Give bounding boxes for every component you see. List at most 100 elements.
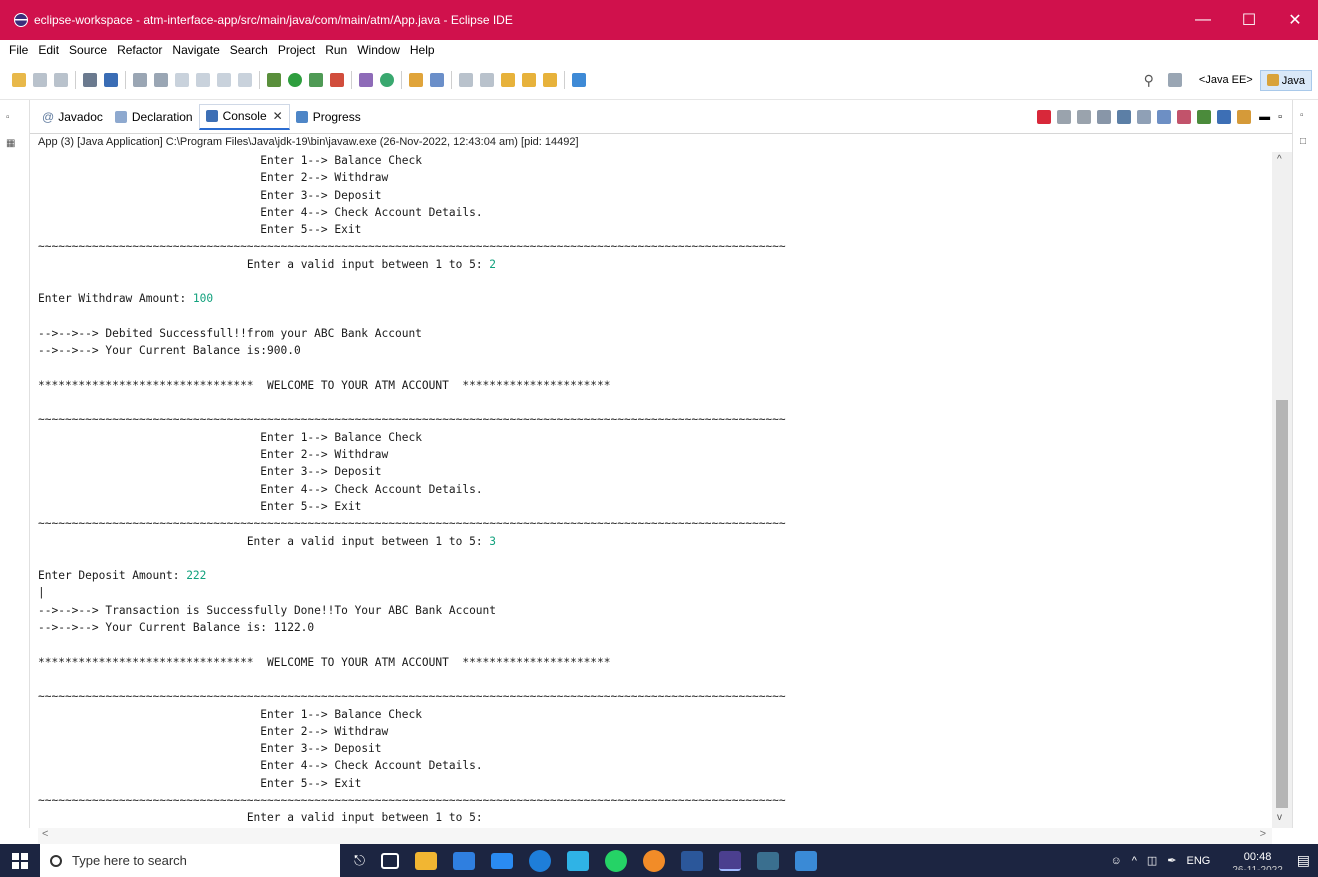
scroll-up-icon[interactable]: ^ [1277, 154, 1282, 165]
close-tab-icon[interactable]: ✕ [273, 109, 283, 123]
restore-right-icon[interactable]: ▫ [1300, 110, 1304, 121]
close-button[interactable]: ✕ [1272, 0, 1318, 40]
start-button[interactable] [0, 844, 40, 877]
maximize-view-icon[interactable]: ▫ [1278, 111, 1282, 123]
remove-launch-icon[interactable] [1057, 110, 1072, 124]
search-icon[interactable]: ⚲ [1144, 72, 1154, 89]
new-class-icon[interactable] [380, 72, 394, 87]
menu-project[interactable]: Project [273, 40, 320, 60]
new-java-project-icon[interactable] [359, 72, 373, 87]
menu-option-3: Enter 3--> Deposit [260, 742, 382, 756]
save-all-icon[interactable] [54, 72, 68, 87]
last-edit-icon[interactable] [501, 72, 515, 87]
back-icon[interactable] [522, 72, 536, 87]
firefox-icon[interactable] [643, 849, 666, 872]
people-icon[interactable]: ☺ [1110, 855, 1121, 867]
new-icon[interactable] [12, 72, 26, 87]
pin-editor-icon[interactable] [572, 72, 586, 87]
microphone-icon[interactable]: ⎋ [354, 852, 365, 869]
perspective-switcher: ⚲ <Java EE> Java [1144, 60, 1312, 100]
next-annotation-icon[interactable] [459, 72, 473, 87]
search-task-icon[interactable] [430, 72, 444, 87]
open-console-icon[interactable] [1237, 110, 1252, 124]
prev-annotation-icon[interactable] [480, 72, 494, 87]
console-output[interactable]: Enter 1--> Balance Check Enter 2--> With… [38, 152, 1272, 828]
perspective-java[interactable]: Java [1259, 69, 1312, 91]
windows-logo-icon [12, 852, 28, 869]
pin-console-icon[interactable] [1197, 110, 1212, 124]
forward-icon[interactable] [543, 72, 557, 87]
pilcrow-icon[interactable] [238, 72, 252, 87]
debug-icon[interactable] [267, 72, 281, 87]
show-stderr-icon[interactable] [1177, 110, 1192, 124]
tab-console[interactable]: Console ✕ [198, 103, 290, 130]
open-type-icon[interactable] [409, 72, 423, 87]
photos-icon[interactable] [795, 850, 818, 871]
language-indicator[interactable]: ENG [1187, 855, 1211, 867]
coverage-icon[interactable] [309, 72, 323, 87]
scrollbar-thumb[interactable] [1276, 400, 1288, 808]
taskbar-search[interactable]: Type here to search [40, 844, 340, 877]
menu-search[interactable]: Search [225, 40, 273, 60]
scroll-left-icon[interactable]: < [42, 828, 48, 840]
scroll-lock-icon[interactable] [1117, 110, 1132, 124]
remove-all-icon[interactable] [1077, 110, 1092, 124]
terminate-icon[interactable] [1037, 110, 1052, 124]
mail-icon[interactable] [491, 852, 514, 869]
outline-icon[interactable]: ▦ [6, 138, 15, 149]
pen-icon[interactable] [175, 72, 189, 87]
chevron-up-icon[interactable]: ^ [1132, 855, 1137, 867]
display-console-icon[interactable] [1217, 110, 1232, 124]
file-explorer-icon[interactable] [415, 851, 438, 870]
store-icon[interactable] [453, 851, 476, 870]
menu-option-5: Enter 5--> Exit [260, 223, 362, 237]
word-icon[interactable] [681, 850, 704, 871]
minimize-button[interactable]: — [1180, 0, 1226, 40]
tab-declaration[interactable]: Declaration [109, 104, 199, 130]
pen-tray-icon[interactable]: ✒ [1167, 854, 1176, 867]
scroll-right-icon[interactable]: > [1260, 828, 1266, 840]
restore-icon[interactable]: ▫ [6, 112, 10, 123]
menu-file[interactable]: File [4, 40, 33, 60]
terminal-icon[interactable] [104, 72, 118, 87]
console-vertical-scrollbar[interactable]: ^ v [1272, 152, 1292, 828]
eclipse-taskbar-icon[interactable] [719, 850, 742, 871]
menu-navigate[interactable]: Navigate [167, 40, 224, 60]
console-text: Enter 1--> Balance Check Enter 2--> With… [38, 152, 1272, 827]
console-horizontal-scrollbar[interactable]: < > [38, 828, 1272, 844]
external-tools-icon[interactable] [330, 72, 344, 87]
mark-icon[interactable] [196, 72, 210, 87]
notifications-icon[interactable]: ▤ [1297, 852, 1310, 869]
word-wrap-icon[interactable] [1137, 110, 1152, 124]
whatsapp-icon[interactable] [605, 849, 628, 872]
mysql-icon[interactable] [757, 851, 780, 870]
menu-help[interactable]: Help [405, 40, 440, 60]
open-perspective-icon[interactable] [1167, 73, 1182, 87]
task-view-icon[interactable] [381, 852, 400, 869]
menu-refactor[interactable]: Refactor [112, 40, 167, 60]
hierarchy-icon[interactable] [154, 72, 168, 87]
save-icon[interactable] [33, 72, 47, 87]
menu-run[interactable]: Run [320, 40, 352, 60]
block-icon[interactable] [217, 72, 231, 87]
maximize-button[interactable]: ☐ [1226, 0, 1272, 40]
skip-breakpoints-icon[interactable] [133, 72, 147, 87]
menu-source[interactable]: Source [64, 40, 112, 60]
menu-window[interactable]: Window [352, 40, 405, 60]
toolbar-separator [125, 70, 126, 89]
menu-edit[interactable]: Edit [33, 40, 64, 60]
scroll-down-icon[interactable]: v [1277, 812, 1282, 823]
show-stdout-icon[interactable] [1157, 110, 1172, 124]
task-list-icon[interactable]: □ [1300, 136, 1306, 147]
perspective-java-ee[interactable]: <Java EE> [1192, 70, 1260, 90]
edge-icon[interactable] [529, 849, 552, 872]
minimize-view-icon[interactable]: ▬ [1259, 111, 1270, 123]
clock[interactable]: 00:48 26-11-2022 [1222, 851, 1282, 870]
tab-progress[interactable]: Progress [290, 104, 367, 130]
binary-icon[interactable] [83, 72, 97, 87]
tab-javadoc[interactable]: @ Javadoc [36, 104, 109, 130]
vscode-icon[interactable] [567, 850, 590, 871]
battery-icon[interactable]: ◫ [1147, 854, 1157, 867]
clear-console-icon[interactable] [1097, 110, 1112, 124]
run-icon[interactable] [288, 72, 302, 87]
